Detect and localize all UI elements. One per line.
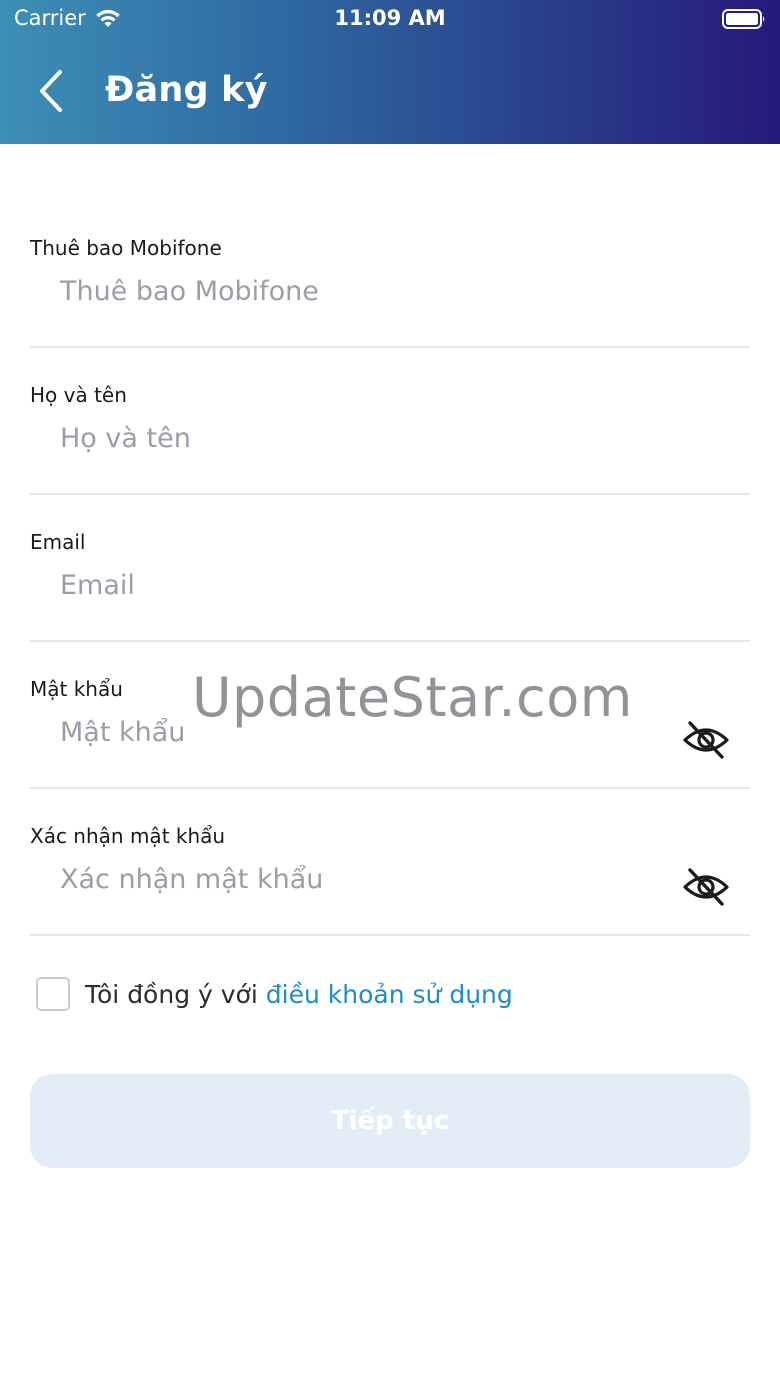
email-label: Email bbox=[30, 530, 86, 554]
register-screen: Carrier 11:09 AM Đăng ký Thuê bao Mobifo… bbox=[0, 0, 780, 1387]
fullname-field: Họ và tên bbox=[30, 383, 750, 495]
nav-bar: Đăng ký bbox=[0, 52, 780, 132]
eye-off-icon[interactable] bbox=[682, 718, 730, 762]
confirm-password-field: Xác nhận mật khẩu bbox=[30, 824, 750, 936]
email-field: Email bbox=[30, 530, 750, 642]
terms-checkbox[interactable] bbox=[36, 977, 70, 1011]
confirm-password-label: Xác nhận mật khẩu bbox=[30, 824, 226, 848]
phone-input[interactable] bbox=[60, 266, 660, 316]
eye-off-icon[interactable] bbox=[682, 865, 730, 909]
phone-label: Thuê bao Mobifone bbox=[30, 236, 222, 260]
continue-button[interactable]: Tiếp tục bbox=[30, 1074, 750, 1168]
chevron-left-icon bbox=[40, 70, 62, 112]
terms-link[interactable]: điều khoản sử dụng bbox=[266, 980, 513, 1009]
terms-text: Tôi đồng ý với bbox=[85, 979, 258, 1009]
password-label: Mật khẩu bbox=[30, 677, 123, 701]
confirm-password-input[interactable] bbox=[60, 854, 660, 904]
app-header: Carrier 11:09 AM Đăng ký bbox=[0, 0, 780, 144]
status-bar: Carrier 11:09 AM bbox=[0, 0, 780, 40]
battery-icon bbox=[722, 9, 765, 29]
email-input[interactable] bbox=[60, 560, 660, 610]
fullname-label: Họ và tên bbox=[30, 383, 127, 407]
password-input[interactable] bbox=[60, 707, 660, 757]
fullname-input[interactable] bbox=[60, 413, 660, 463]
phone-field: Thuê bao Mobifone bbox=[30, 236, 750, 348]
back-button[interactable] bbox=[30, 66, 74, 116]
terms-row: Tôi đồng ý với điều khoản sử dụng bbox=[36, 974, 513, 1014]
page-title: Đăng ký bbox=[105, 70, 268, 110]
password-field: Mật khẩu bbox=[30, 677, 750, 789]
status-time: 11:09 AM bbox=[334, 6, 446, 30]
